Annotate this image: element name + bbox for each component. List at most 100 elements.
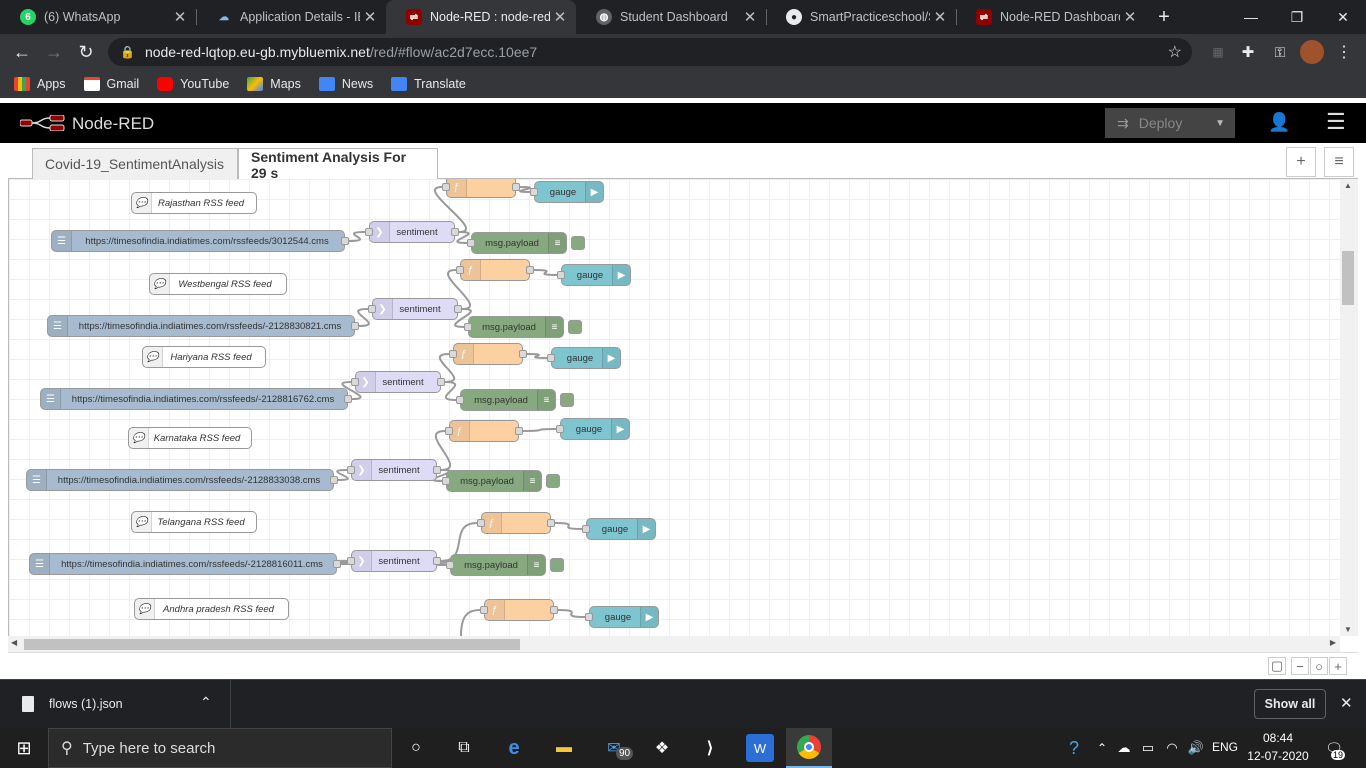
forward-icon[interactable]: → [42, 40, 66, 64]
input-port[interactable] [365, 228, 373, 236]
hamburger-menu-icon[interactable]: ☰ [1326, 109, 1346, 135]
browser-tab-dashboard[interactable]: ⇌ Node-RED Dashboard ✕ [956, 0, 1146, 34]
debug-node[interactable]: ≡ msg.payload [446, 554, 546, 576]
show-all-button[interactable]: Show all [1254, 689, 1326, 719]
sentiment-node[interactable]: ❯ sentiment [351, 371, 445, 393]
input-port[interactable] [368, 305, 376, 313]
user-icon[interactable]: 👤 [1268, 112, 1290, 133]
bookmark-gmail[interactable]: Gmail [83, 77, 139, 91]
sentiment-node[interactable]: ❯ sentiment [347, 459, 441, 481]
edge-icon[interactable]: e [500, 734, 528, 762]
bookmark-youtube[interactable]: YouTube [157, 77, 229, 91]
comment-node[interactable]: 💬 Andhra pradesh RSS feed [134, 598, 289, 620]
vertical-scrollbar[interactable]: ▲ ▼ [1340, 179, 1358, 636]
file-explorer-icon[interactable]: ▬ [550, 734, 578, 762]
close-tab-icon[interactable]: ✕ [170, 8, 190, 26]
output-port[interactable] [344, 395, 352, 403]
help-icon[interactable]: ? [1060, 734, 1088, 762]
output-port[interactable] [454, 305, 462, 313]
bookmark-apps[interactable]: Apps [14, 77, 66, 91]
input-port[interactable] [585, 613, 593, 621]
output-port[interactable] [333, 560, 341, 568]
input-port[interactable] [477, 519, 485, 527]
debug-toggle-button[interactable] [571, 236, 585, 250]
output-port[interactable] [330, 476, 338, 484]
zoom-reset-button[interactable]: ○ [1310, 657, 1328, 675]
vscode-icon[interactable]: ⟩ [696, 734, 724, 762]
output-port[interactable] [433, 466, 441, 474]
comment-node[interactable]: 💬 Rajasthan RSS feed [131, 192, 257, 214]
debug-toggle-button[interactable] [546, 474, 560, 488]
comment-node[interactable]: 💬 Westbengal RSS feed [149, 273, 287, 295]
comment-node[interactable]: 💬 Hariyana RSS feed [142, 346, 266, 368]
gauge-node[interactable]: ▶ gauge [557, 264, 631, 286]
output-port[interactable] [512, 183, 520, 191]
scroll-thumb[interactable] [24, 639, 520, 650]
close-tab-icon[interactable]: ✕ [360, 8, 380, 26]
clock-time[interactable]: 08:44 [1250, 731, 1306, 745]
output-port[interactable] [526, 266, 534, 274]
input-port[interactable] [467, 239, 475, 247]
address-bar[interactable]: 🔒 node-red-lqtop.eu-gb.mybluemix.net/red… [108, 38, 1192, 66]
function-node[interactable]: ƒ [449, 343, 527, 365]
input-port[interactable] [556, 425, 564, 433]
gauge-node[interactable]: ▶ gauge [582, 518, 656, 540]
taskbar-search[interactable]: ⚲ Type here to search [48, 728, 392, 768]
browser-tab-ibm[interactable]: ☁ Application Details - IBM ✕ [196, 0, 386, 34]
extension-icon[interactable]: ▦ [1206, 40, 1230, 64]
task-view-icon[interactable]: ⧉ [450, 734, 478, 762]
tab-sentiment-29-states[interactable]: Sentiment Analysis For 29 s [238, 148, 438, 180]
bookmark-star-icon[interactable]: ☆ [1168, 42, 1182, 62]
close-tab-icon[interactable]: ✕ [1120, 8, 1140, 26]
feedparser-node[interactable]: ☰ https://timesofindia.indiatimes.com/rss… [40, 388, 352, 410]
output-port[interactable] [433, 557, 441, 565]
sentiment-node[interactable]: ❯ sentiment [347, 550, 441, 572]
back-icon[interactable]: ← [10, 40, 34, 64]
profile-avatar[interactable] [1300, 40, 1324, 64]
input-port[interactable] [557, 271, 565, 279]
sentiment-node[interactable]: ❯ sentiment [368, 298, 462, 320]
bookmark-translate[interactable]: Translate [391, 77, 466, 91]
map-icon[interactable]: ▢ [1268, 657, 1286, 675]
language-indicator[interactable]: ENG [1212, 740, 1238, 754]
debug-node[interactable]: ≡ msg.payload [442, 470, 542, 492]
puzzle-icon[interactable]: ✚ [1236, 40, 1260, 64]
zoom-in-button[interactable]: + [1329, 657, 1347, 675]
debug-toggle-button[interactable] [560, 393, 574, 407]
output-port[interactable] [515, 427, 523, 435]
close-tab-icon[interactable]: ✕ [930, 8, 950, 26]
input-port[interactable] [547, 354, 555, 362]
input-port[interactable] [480, 606, 488, 614]
debug-toggle-button[interactable] [568, 320, 582, 334]
function-node[interactable]: ƒ [445, 420, 523, 442]
gauge-node[interactable]: ▶ gauge [530, 181, 604, 203]
flow-canvas[interactable]: 💬 Rajasthan RSS feed ☰ https://timesofindia… [8, 179, 1358, 636]
feedparser-node[interactable]: ☰ https://timesofindia.indiatimes.com/rss… [47, 315, 359, 337]
bookmark-maps[interactable]: Maps [247, 77, 301, 91]
chevron-down-icon[interactable]: ▼ [1215, 118, 1225, 129]
list-flows-icon[interactable]: ≡ [1324, 147, 1354, 177]
sentiment-node[interactable]: ❯ sentiment [365, 221, 459, 243]
output-port[interactable] [437, 378, 445, 386]
gauge-node[interactable]: ▶ gauge [585, 606, 659, 628]
input-port[interactable] [449, 350, 457, 358]
input-port[interactable] [442, 477, 450, 485]
function-node[interactable]: ƒ [442, 179, 520, 198]
input-port[interactable] [446, 561, 454, 569]
volume-icon[interactable]: 🔊 [1182, 734, 1210, 762]
scroll-right-icon[interactable]: ▶ [1330, 638, 1336, 647]
output-port[interactable] [351, 322, 359, 330]
chrome-taskbar-icon[interactable] [786, 728, 832, 768]
function-node[interactable]: ƒ [477, 512, 555, 534]
input-port[interactable] [347, 466, 355, 474]
input-port[interactable] [464, 323, 472, 331]
input-port[interactable] [445, 427, 453, 435]
comment-node[interactable]: 💬 Karnataka RSS feed [128, 427, 252, 449]
browser-tab-github[interactable]: ● SmartPracticeschool/SB ✕ [766, 0, 956, 34]
input-port[interactable] [530, 188, 538, 196]
dropbox-icon[interactable]: ❖ [648, 734, 676, 762]
debug-node[interactable]: ≡ msg.payload [467, 232, 567, 254]
scroll-left-icon[interactable]: ◀ [11, 638, 17, 647]
comment-node[interactable]: 💬 Telangana RSS feed [131, 511, 257, 533]
input-port[interactable] [442, 183, 450, 191]
